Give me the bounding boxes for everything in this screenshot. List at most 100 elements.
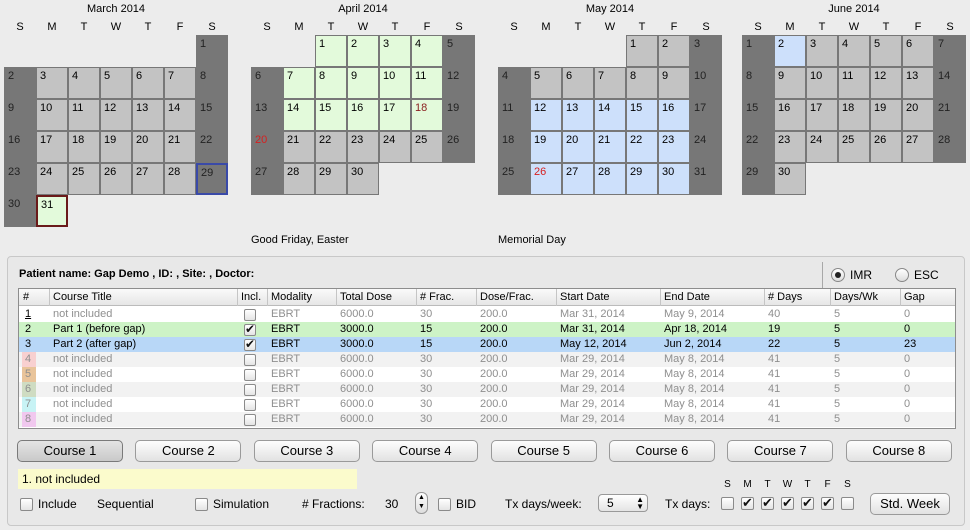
calendar-day[interactable]: 9 [774, 67, 806, 99]
include-cell-checkbox[interactable] [244, 324, 256, 336]
calendar-day[interactable]: 20 [562, 131, 594, 163]
calendar-day[interactable]: 16 [774, 99, 806, 131]
calendar-day[interactable]: 20 [132, 131, 164, 163]
course-table[interactable]: # Course Title Incl. Modality Total Dose # Fr… [18, 288, 956, 429]
calendar-day[interactable]: 5 [443, 35, 475, 67]
calendar-day[interactable]: 18 [838, 99, 870, 131]
calendar-day[interactable]: 26 [870, 131, 902, 163]
calendar-day[interactable]: 2 [774, 35, 806, 67]
calendar-day[interactable]: 9 [347, 67, 379, 99]
tx-day-checkbox[interactable] [841, 497, 854, 510]
calendar-day[interactable]: 30 [347, 163, 379, 195]
calendar-day[interactable]: 26 [443, 131, 475, 163]
calendar-day[interactable]: 31 [36, 195, 68, 227]
include-cell-checkbox[interactable] [244, 354, 256, 366]
calendar-day[interactable]: 16 [658, 99, 690, 131]
course-1-button[interactable]: Course 1 [17, 440, 123, 462]
include-cell-checkbox[interactable] [244, 339, 256, 351]
column-header[interactable]: # Days [768, 291, 802, 303]
calendar-day[interactable]: 5 [100, 67, 132, 99]
imr-radio[interactable]: IMR [831, 268, 872, 282]
table-row[interactable]: 5 not included EBRT 6000.0 30 200.0 Mar 29, 20… [19, 367, 955, 382]
calendar-day[interactable]: 12 [530, 99, 562, 131]
table-row[interactable]: 7 not included EBRT 6000.0 30 200.0 Mar 29, 20… [19, 397, 955, 412]
calendar-day[interactable]: 6 [562, 67, 594, 99]
calendar-day[interactable]: 13 [562, 99, 594, 131]
calendar-day[interactable]: 8 [196, 67, 228, 99]
calendar-day[interactable]: 15 [742, 99, 774, 131]
calendar-day[interactable]: 17 [690, 99, 722, 131]
calendar-day[interactable]: 30 [4, 195, 36, 227]
calendar-day[interactable]: 27 [562, 163, 594, 195]
calendar-day[interactable]: 28 [594, 163, 626, 195]
calendar-day[interactable]: 5 [530, 67, 562, 99]
calendar-day[interactable]: 5 [870, 35, 902, 67]
esc-radio[interactable]: ESC [895, 268, 939, 282]
calendar-day[interactable]: 12 [100, 99, 132, 131]
fractions-value[interactable]: 30 [385, 497, 398, 511]
calendar-day[interactable]: 11 [838, 67, 870, 99]
include-cell-checkbox[interactable] [244, 399, 256, 411]
calendar-day[interactable]: 28 [934, 131, 966, 163]
course-4-button[interactable]: Course 4 [372, 440, 479, 462]
calendar-day[interactable]: 1 [196, 35, 228, 67]
tx-day-checkbox[interactable] [781, 495, 794, 511]
calendar-day[interactable]: 21 [164, 131, 196, 163]
calendar-day[interactable]: 30 [658, 163, 690, 195]
calendar-day[interactable]: 15 [315, 99, 347, 131]
tx-day-checkbox[interactable] [801, 495, 814, 511]
calendar-day[interactable]: 4 [68, 67, 100, 99]
include-checkbox-box[interactable] [20, 497, 33, 511]
calendar-day[interactable]: 19 [443, 99, 475, 131]
column-header[interactable]: Days/Wk [834, 291, 878, 303]
calendar-day[interactable]: 22 [626, 131, 658, 163]
calendar-day[interactable]: 24 [36, 163, 68, 195]
calendar-day[interactable]: 15 [196, 99, 228, 131]
calendar-day[interactable]: 28 [283, 163, 315, 195]
calendar-day[interactable]: 7 [934, 35, 966, 67]
calendar-day[interactable]: 1 [315, 35, 347, 67]
calendar-day[interactable]: 22 [315, 131, 347, 163]
calendar-day[interactable]: 25 [838, 131, 870, 163]
calendar-day[interactable]: 11 [411, 67, 443, 99]
bid-checkbox[interactable]: BID [438, 497, 476, 511]
calendar-day[interactable]: 4 [498, 67, 530, 99]
calendar-day[interactable]: 29 [742, 163, 774, 195]
calendar-day[interactable]: 30 [774, 163, 806, 195]
calendar-day[interactable]: 17 [379, 99, 411, 131]
tx-day-checkbox[interactable] [741, 495, 754, 511]
calendar-day[interactable]: 8 [626, 67, 658, 99]
calendar-day[interactable]: 2 [347, 35, 379, 67]
calendar-day[interactable]: 22 [196, 131, 228, 163]
course-8-button[interactable]: Course 8 [845, 440, 952, 462]
calendar-day[interactable]: 25 [498, 163, 530, 195]
tx-day-checkbox[interactable] [761, 495, 774, 511]
calendar-day[interactable]: 19 [530, 131, 562, 163]
calendar-day[interactable]: 18 [411, 99, 443, 131]
calendar-day[interactable]: 26 [100, 163, 132, 195]
simulation-checkbox-box[interactable] [195, 497, 208, 511]
calendar-day[interactable]: 11 [498, 99, 530, 131]
calendar-day[interactable]: 14 [283, 99, 315, 131]
calendar-day[interactable]: 12 [443, 67, 475, 99]
course-3-button[interactable]: Course 3 [253, 440, 360, 462]
stepper-down-icon[interactable]: ▼ [416, 502, 427, 511]
column-header[interactable]: Course Title [53, 291, 112, 303]
course-7-button[interactable]: Course 7 [727, 440, 834, 462]
calendar-day[interactable]: 10 [690, 67, 722, 99]
calendar-day[interactable]: 7 [283, 67, 315, 99]
course-2-button[interactable]: Course 2 [135, 440, 242, 462]
calendar-day[interactable]: 24 [690, 131, 722, 163]
include-cell-checkbox[interactable] [244, 414, 256, 426]
calendar-day[interactable]: 27 [251, 163, 283, 195]
table-row[interactable]: 2 Part 1 (before gap) EBRT 3000.0 15 200.0 Mar… [19, 322, 955, 337]
calendar-day[interactable]: 3 [690, 35, 722, 67]
simulation-checkbox[interactable]: Simulation [195, 497, 269, 511]
calendar-day[interactable]: 28 [164, 163, 196, 195]
calendar-day[interactable]: 25 [68, 163, 100, 195]
calendar-day[interactable]: 23 [4, 163, 36, 195]
calendar-day[interactable]: 22 [742, 131, 774, 163]
calendar-day[interactable]: 3 [379, 35, 411, 67]
calendar-day[interactable]: 19 [870, 99, 902, 131]
calendar-day[interactable]: 19 [100, 131, 132, 163]
